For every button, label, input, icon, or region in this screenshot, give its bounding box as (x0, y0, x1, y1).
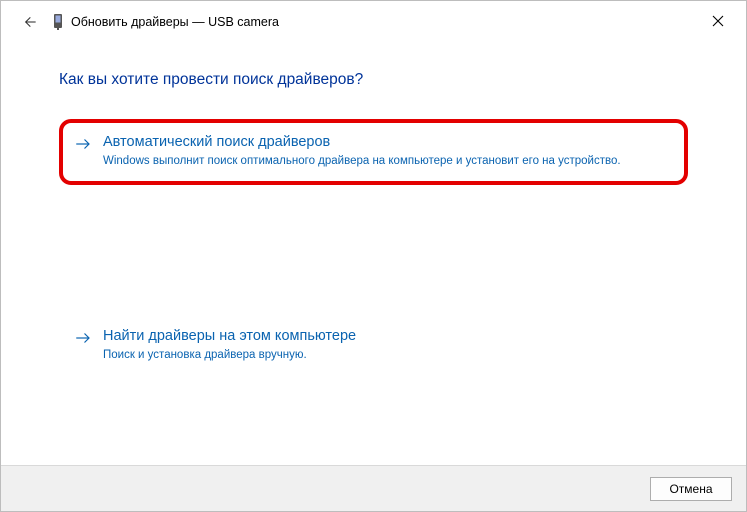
page-heading: Как вы хотите провести поиск драйверов? (59, 71, 688, 89)
titlebar: Обновить драйверы — USB camera (1, 1, 746, 43)
back-icon[interactable] (19, 12, 39, 32)
cancel-button[interactable]: Отмена (650, 477, 732, 501)
option-manual-search[interactable]: Найти драйверы на этом компьютере Поиск … (59, 313, 688, 379)
dialog-content: Как вы хотите провести поиск драйверов? … (1, 43, 746, 380)
close-icon[interactable] (708, 11, 728, 31)
option-manual-title: Найти драйверы на этом компьютере (103, 327, 672, 346)
option-auto-title: Автоматический поиск драйверов (103, 133, 672, 152)
option-manual-desc: Поиск и установка драйвера вручную. (103, 348, 672, 364)
driver-update-dialog: Обновить драйверы — USB camera Как вы хо… (0, 0, 747, 512)
arrow-right-icon (73, 328, 93, 348)
window-title: Обновить драйверы — USB camera (71, 15, 279, 29)
option-auto-search[interactable]: Автоматический поиск драйверов Windows в… (59, 119, 688, 185)
option-auto-desc: Windows выполнит поиск оптимального драй… (103, 154, 672, 170)
dialog-footer: Отмена (1, 465, 746, 511)
device-icon (51, 13, 65, 31)
arrow-right-icon (73, 134, 93, 154)
